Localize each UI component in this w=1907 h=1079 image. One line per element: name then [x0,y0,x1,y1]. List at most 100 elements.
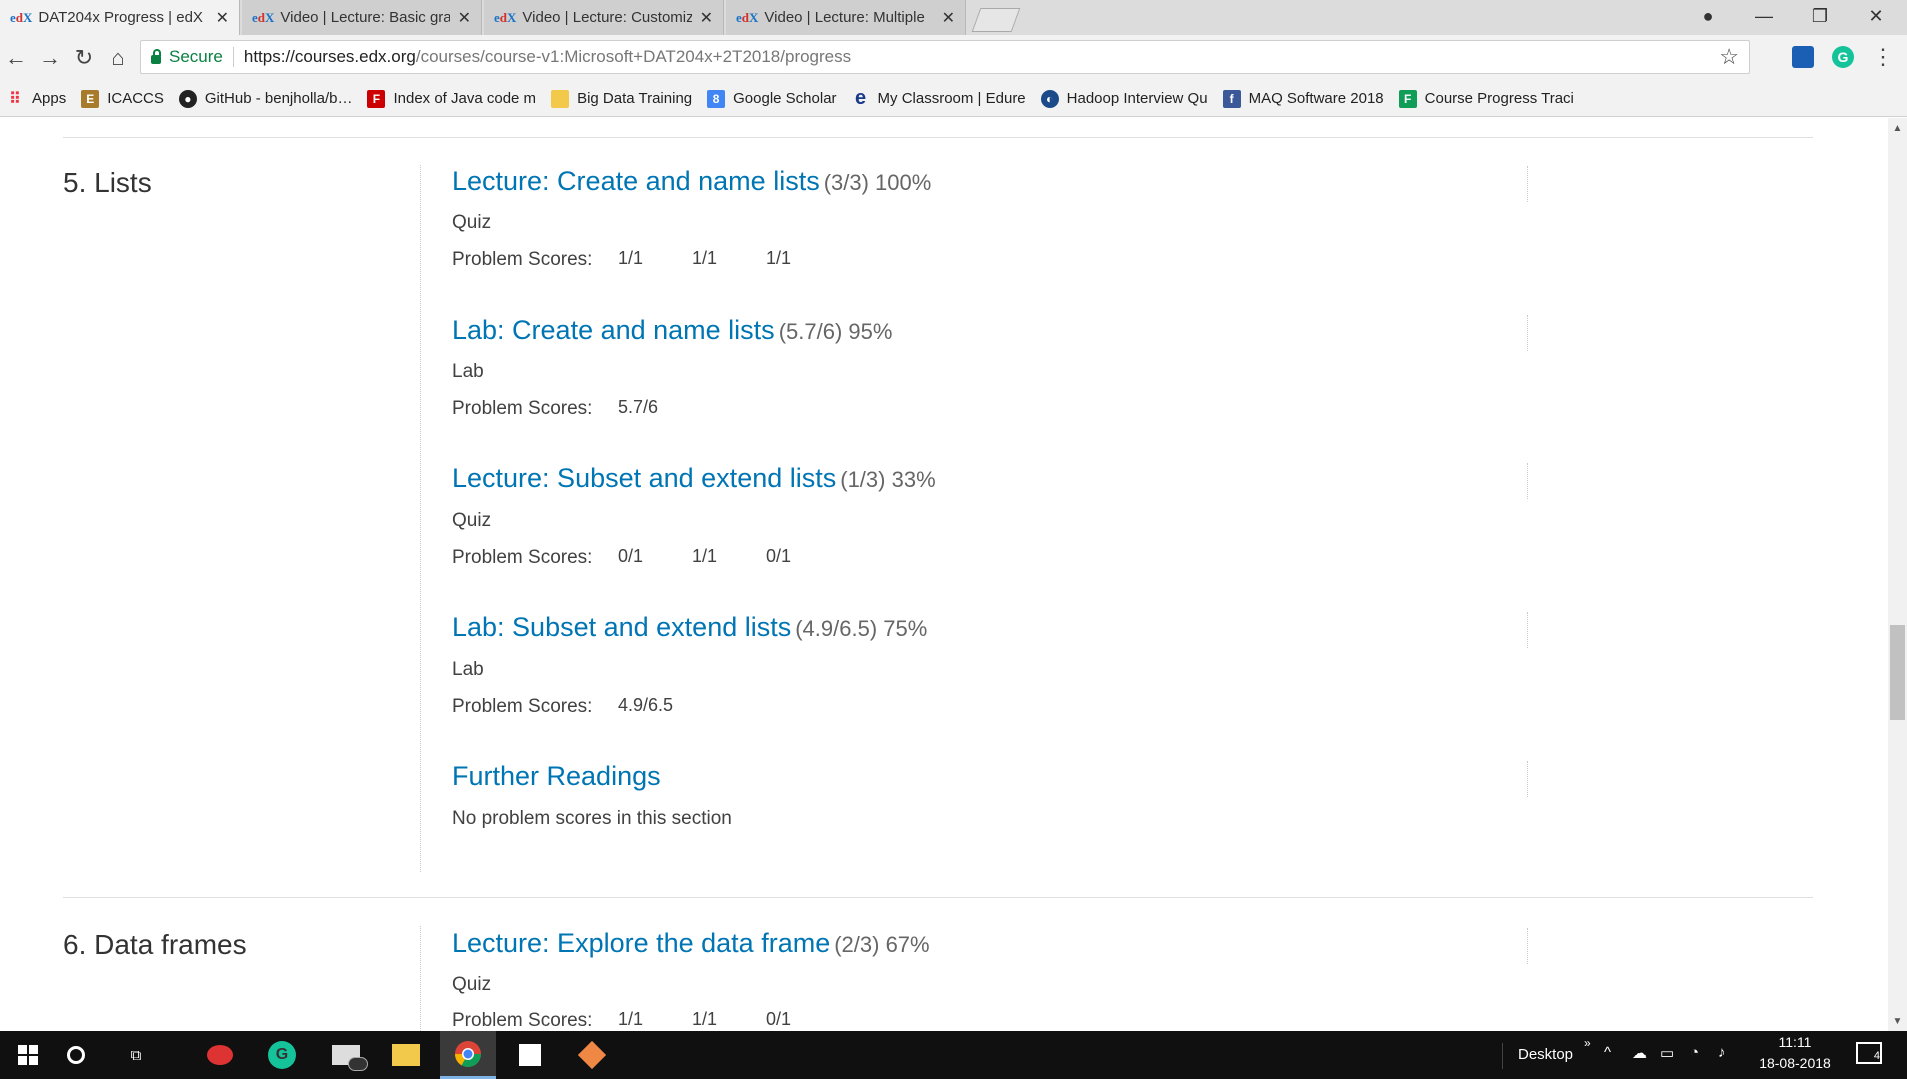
subsection-link[interactable]: Further Readings [452,761,661,791]
close-window-button[interactable]: ✕ [1848,0,1904,32]
problem-scores-label: Problem Scores: [452,696,593,717]
cortana-icon[interactable] [48,1031,104,1079]
subsection-format: Lab [452,659,484,680]
extension-chart-icon[interactable] [1792,46,1814,68]
volume-icon[interactable]: ♪ [1718,1044,1726,1061]
row-divider [1527,166,1529,202]
subsection-score: (4.9/6.5) 75% [795,616,928,641]
bookmark-label: Index of Java code m [393,90,537,107]
icaccs-icon: E [81,89,100,108]
bookmark-label: ICACCS [107,90,164,107]
scrollbar-thumb[interactable] [1890,625,1905,720]
grammarly-taskbar-icon[interactable]: G [254,1031,310,1079]
section-divider [63,897,1813,898]
url-path: /courses/course-v1:Microsoft+DAT204x+2T2… [415,47,852,66]
subsection-link[interactable]: Lab: Subset and extend lists [452,612,791,642]
bookmark-java-index[interactable]: F Index of Java code m [367,89,537,108]
file-explorer-icon[interactable] [378,1031,434,1079]
restore-button[interactable]: ❐ [1792,0,1848,32]
bookmark-edureka[interactable]: e My Classroom | Edure [852,87,1026,109]
subsection-format: Quiz [452,212,492,233]
close-tab-icon[interactable]: ✕ [700,8,713,28]
tab-title: Video | Lecture: Multiple [764,9,925,26]
no-problem-scores-note: No problem scores in this section [452,808,732,829]
edx-icon: edX [252,9,275,25]
chrome-taskbar-icon[interactable] [440,1031,496,1079]
bookmark-star-icon[interactable]: ☆ [1719,44,1739,70]
page-scrollbar[interactable] [1888,118,1907,1031]
bookmark-big-data[interactable]: Big Data Training [551,89,692,108]
row-divider [1527,761,1529,797]
toolbar-expand-icon[interactable]: » [1584,1036,1591,1050]
tab-title: DAT204x Progress | edX [38,9,203,26]
action-center-icon[interactable]: 4 [1856,1042,1882,1064]
bookmark-github[interactable]: ● GitHub - benjholla/b… [178,89,353,108]
sticky-notes-icon[interactable] [502,1031,558,1079]
address-bar[interactable]: Secure https://courses.edx.org/courses/c… [140,40,1750,74]
bookmark-icaccs[interactable]: E ICACCS [81,89,164,108]
row-divider [1527,612,1529,648]
subsection-link[interactable]: Lecture: Explore the data frame [452,928,830,958]
subsection-link[interactable]: Lab: Create and name lists [452,315,775,345]
subsection-link[interactable]: Lecture: Create and name lists [452,166,820,196]
folder-icon [392,1044,420,1066]
app-diamond-icon[interactable] [564,1031,620,1079]
scroll-up-arrow[interactable]: ▲ [1888,120,1907,136]
tab-video-customize[interactable]: edX Video | Lecture: Customiz ✕ [484,0,724,35]
tab-video-multiple[interactable]: edX Video | Lecture: Multiple ✕ [726,0,966,35]
tab-video-basic[interactable]: edX Video | Lecture: Basic gra ✕ [242,0,482,35]
subsection-score: (1/3) 33% [840,467,936,492]
bookmark-hadoop[interactable]: ◐ Hadoop Interview Qu [1040,89,1208,108]
chapter-title: 6. Data frames [63,929,247,960]
grammarly-icon[interactable]: G [1832,46,1854,68]
problem-score: 1/1 [618,248,644,268]
scroll-down-arrow[interactable]: ▼ [1888,1013,1907,1029]
show-hidden-icons-icon[interactable]: ^ [1604,1044,1611,1061]
subsection-format: Quiz [452,510,492,531]
tab-progress[interactable]: edX DAT204x Progress | edX ✕ [0,0,240,35]
clock-time[interactable]: 11:11 [1760,1034,1830,1050]
address-separator [232,47,234,67]
desktop-toolbar-label[interactable]: Desktop [1518,1046,1573,1063]
secure-indicator[interactable]: Secure [151,47,223,67]
close-tab-icon[interactable]: ✕ [942,8,955,28]
bookmark-course-tracker[interactable]: F Course Progress Traci [1398,89,1574,108]
mail-icon[interactable]: 74 [318,1031,374,1079]
edureka-icon: e [854,87,867,109]
subsection-heading: Further Readings [452,761,661,792]
problem-scores-label: Problem Scores: [452,547,593,568]
bookmark-label: Apps [32,90,67,107]
subsection-heading: Lecture: Explore the data frame (2/3) 67% [452,928,930,959]
snipping-tool-icon[interactable] [192,1031,248,1079]
snipping-glyph-icon [207,1045,233,1065]
forward-icon[interactable]: → [36,44,64,72]
row-divider [1527,463,1529,499]
subsection-link[interactable]: Lecture: Subset and extend lists [452,463,836,493]
bookmark-label: MAQ Software 2018 [1248,90,1384,107]
wifi-icon[interactable]: ◔ [1690,1044,1699,1061]
close-tab-icon[interactable]: ✕ [216,8,229,28]
problem-score: 1/1 [692,248,718,268]
subsection-score: (5.7/6) 95% [778,319,893,344]
reload-icon[interactable]: ↻ [70,44,98,72]
profile-icon[interactable]: ● [1680,0,1736,32]
folder-icon [551,89,570,108]
menu-icon[interactable]: ⋮ [1872,44,1894,70]
bookmark-label: GitHub - benjholla/b… [204,90,353,107]
onedrive-icon[interactable]: ☁ [1632,1044,1647,1062]
bookmark-scholar[interactable]: 8 Google Scholar [707,89,837,108]
row-divider [1527,928,1529,964]
clock-date[interactable]: 18-08-2018 [1752,1055,1838,1071]
task-view-glyph-icon: ⧉ [130,1046,142,1064]
battery-icon[interactable]: ▭ [1660,1044,1674,1062]
back-icon[interactable]: ← [2,44,30,72]
bookmark-apps[interactable]: ⠿ Apps [6,90,66,108]
task-view-icon[interactable]: ⧉ [108,1031,164,1079]
bookmark-label: Course Progress Traci [1424,90,1574,107]
bookmark-maq[interactable]: f MAQ Software 2018 [1222,89,1384,108]
minimize-button[interactable]: — [1736,0,1792,32]
close-tab-icon[interactable]: ✕ [458,8,471,28]
problem-score: 1/1 [692,1009,718,1029]
problem-score: 0/1 [618,546,644,566]
home-icon[interactable]: ⌂ [104,44,132,72]
